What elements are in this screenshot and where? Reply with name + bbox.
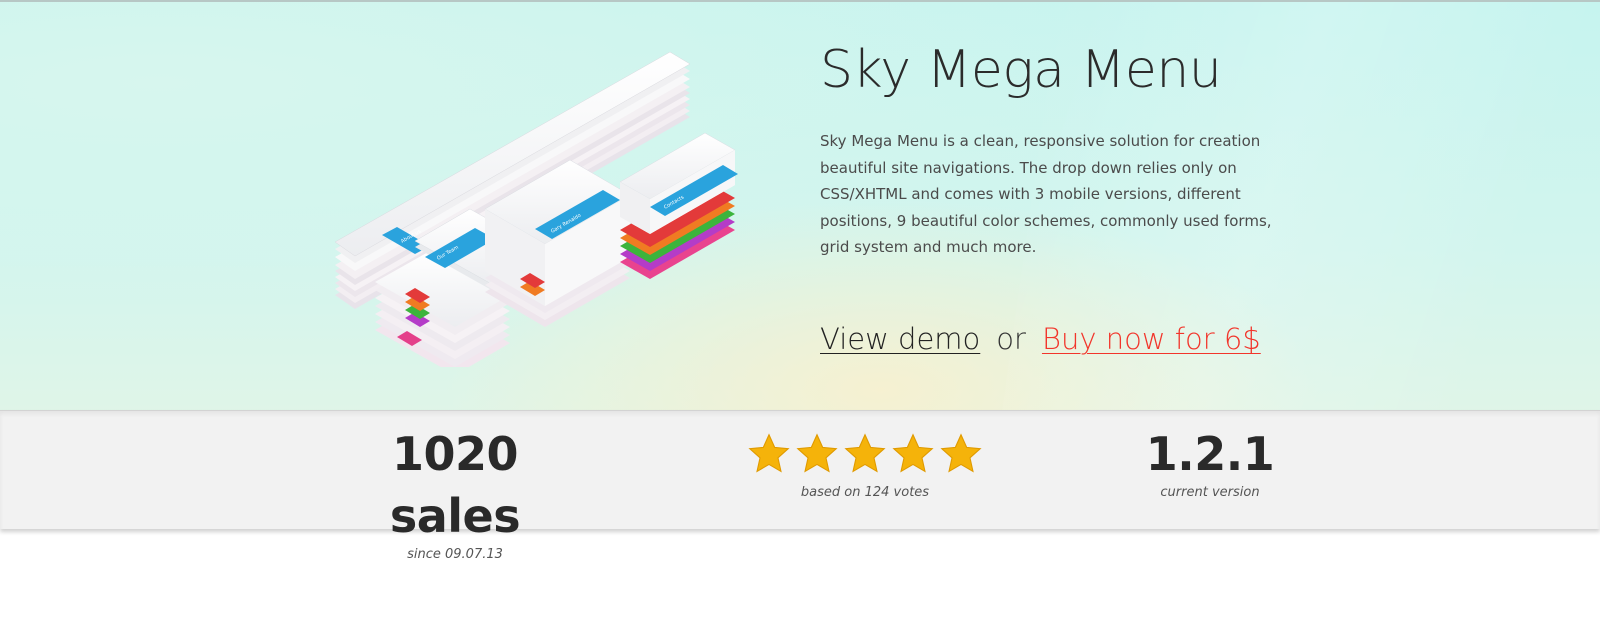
version-stat: 1.2.1 current version [1130,423,1290,500]
sales-count: 1020 sales [389,427,521,543]
star-icon [748,433,790,473]
stats-bar: 1020 sales since 09.07.13 based on 124 v… [0,410,1600,562]
buy-now-link[interactable]: Buy now for 6$ [1042,322,1261,356]
rating-votes: based on 124 votes [800,485,930,500]
star-icon [844,433,886,473]
version-caption: current version [1160,485,1260,500]
sales-stat: 1020 sales since 09.07.13 [330,423,580,562]
product-description: Sky Mega Menu is a clean, responsive sol… [820,132,1272,256]
rating-stars [740,423,990,485]
star-icon [940,433,982,473]
hero-banner: About us Our Team Gary Renaldo Contacts … [0,0,1600,410]
sales-since: since 09.07.13 [407,547,503,562]
or-separator: or [996,322,1026,356]
rating-stat: based on 124 votes [740,423,990,500]
action-links: View demo or Buy now for 6$ [820,322,1261,356]
view-demo-link[interactable]: View demo [820,322,980,356]
star-icon [892,433,934,473]
stacked-menu-illustration-icon: About us Our Team Gary Renaldo Contacts [334,51,738,367]
star-icon [796,433,838,473]
page-title: Sky Mega Menu [820,40,1222,100]
version-number: 1.2.1 [1145,427,1275,481]
right-dropdown-stack: Contacts [619,132,738,279]
